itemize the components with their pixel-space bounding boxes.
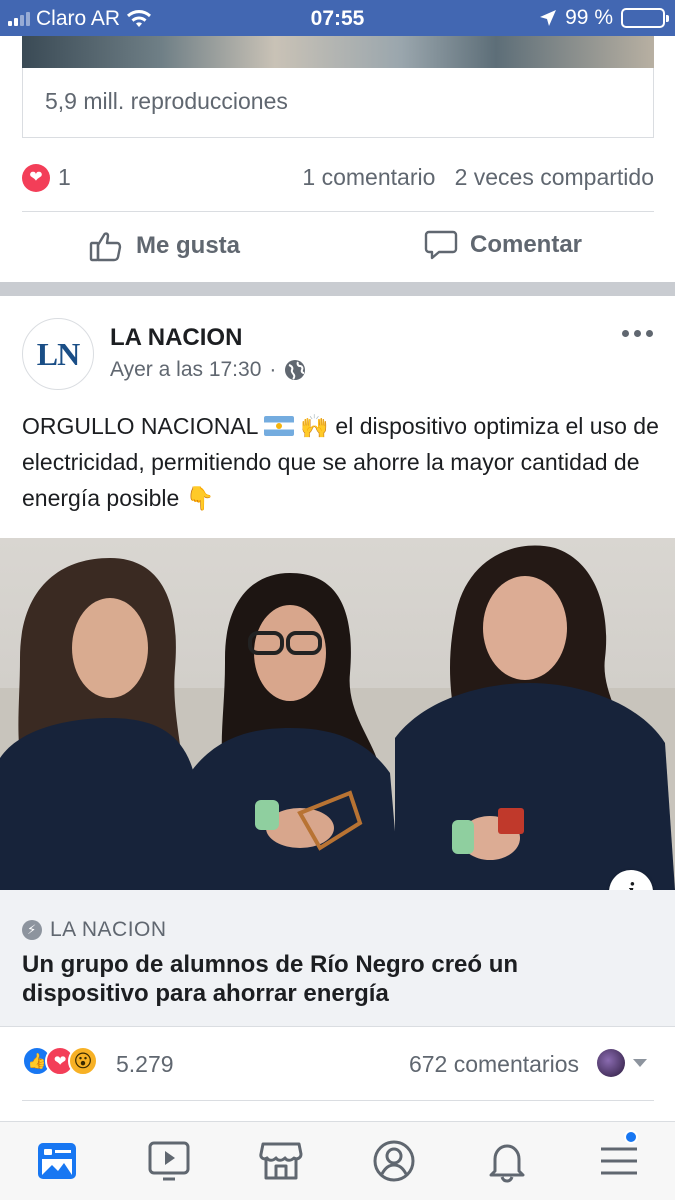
more-options-icon[interactable] (622, 330, 653, 337)
reactions-count[interactable]: 5.279 (116, 1051, 174, 1078)
tab-watch[interactable] (146, 1138, 192, 1184)
like-label: Me gusta (136, 232, 241, 259)
argentina-flag-icon (263, 416, 294, 436)
comments-count[interactable]: 1 comentario (302, 164, 435, 190)
tab-profile[interactable] (371, 1138, 417, 1184)
post-meta: Ayer a las 17:30 · (110, 358, 306, 382)
views-count: 5,9 mill. reproducciones (45, 88, 288, 114)
marketplace-icon (259, 1142, 303, 1180)
tab-notifications[interactable] (484, 1138, 530, 1184)
post-text: ORGULLO NACIONAL 🙌 el dispositivo optimi… (22, 408, 662, 516)
chevron-down-icon[interactable] (633, 1059, 647, 1067)
pointing-down-emoji: 👇 (185, 485, 215, 511)
notifications-icon (489, 1144, 525, 1183)
bottom-tab-bar (0, 1121, 675, 1200)
love-reaction-icon: ❤ (22, 164, 50, 192)
previous-video-caption[interactable]: 5,9 mill. reproducciones (22, 68, 654, 138)
thumbs-up-icon (89, 232, 122, 262)
reactions-count[interactable]: 1 (58, 164, 71, 191)
page-avatar[interactable]: LN (22, 318, 94, 390)
like-button[interactable]: Me gusta (88, 228, 240, 264)
globe-icon (285, 360, 306, 380)
previous-post-stats: ❤ 1 1 comentario 2 veces compartido (22, 158, 654, 194)
comment-label: Comentar (470, 231, 583, 258)
meta-separator: · (269, 358, 277, 381)
status-right: 99 % (539, 6, 669, 30)
location-arrow-icon (540, 10, 557, 26)
reaction-icons[interactable]: 👍 ❤ 😮 (22, 1046, 98, 1076)
notification-badge (624, 1130, 638, 1144)
tab-menu[interactable] (596, 1130, 642, 1184)
shares-count[interactable]: 2 veces compartido (455, 164, 654, 190)
tab-marketplace[interactable] (258, 1138, 304, 1184)
previous-video-thumbnail[interactable] (22, 36, 654, 68)
profile-icon (373, 1140, 415, 1182)
post-text-headline: ORGULLO NACIONAL (22, 413, 258, 439)
students-photo (0, 545, 675, 890)
post-timestamp[interactable]: Ayer a las 17:30 (110, 358, 261, 382)
comment-bubble-icon (424, 230, 458, 260)
battery-icon (621, 8, 669, 28)
news-feed-icon (38, 1143, 76, 1179)
watch-icon (148, 1141, 190, 1181)
link-preview-image[interactable] (0, 538, 675, 890)
instant-article-icon: ⚡ (22, 920, 42, 940)
link-preview-box[interactable]: ⚡ LA NACION Un grupo de alumnos de Río N… (0, 890, 675, 1027)
battery-percent: 99 % (565, 6, 613, 29)
link-title[interactable]: Un grupo de alumnos de Río Negro creó un… (22, 950, 622, 1008)
viewer-avatar[interactable] (597, 1049, 625, 1077)
comments-shares[interactable]: 1 comentario 2 veces compartido (302, 164, 654, 191)
post-actions: Me gusta Comentar (0, 212, 675, 282)
raised-hands-emoji: 🙌 (300, 413, 330, 439)
comment-button[interactable]: Comentar (424, 228, 582, 262)
status-bar: Claro AR 07:55 99 % (0, 0, 675, 36)
link-source-name: LA NACION (50, 918, 167, 941)
wow-reaction-icon: 😮 (68, 1046, 98, 1076)
comments-count[interactable]: 672 comentarios (409, 1051, 579, 1078)
feed-separator (0, 282, 675, 296)
tab-news-feed[interactable] (34, 1138, 80, 1184)
page-name[interactable]: LA NACION (110, 324, 242, 352)
menu-icon (601, 1147, 637, 1175)
divider (22, 1100, 654, 1101)
link-source: ⚡ LA NACION (22, 918, 167, 942)
